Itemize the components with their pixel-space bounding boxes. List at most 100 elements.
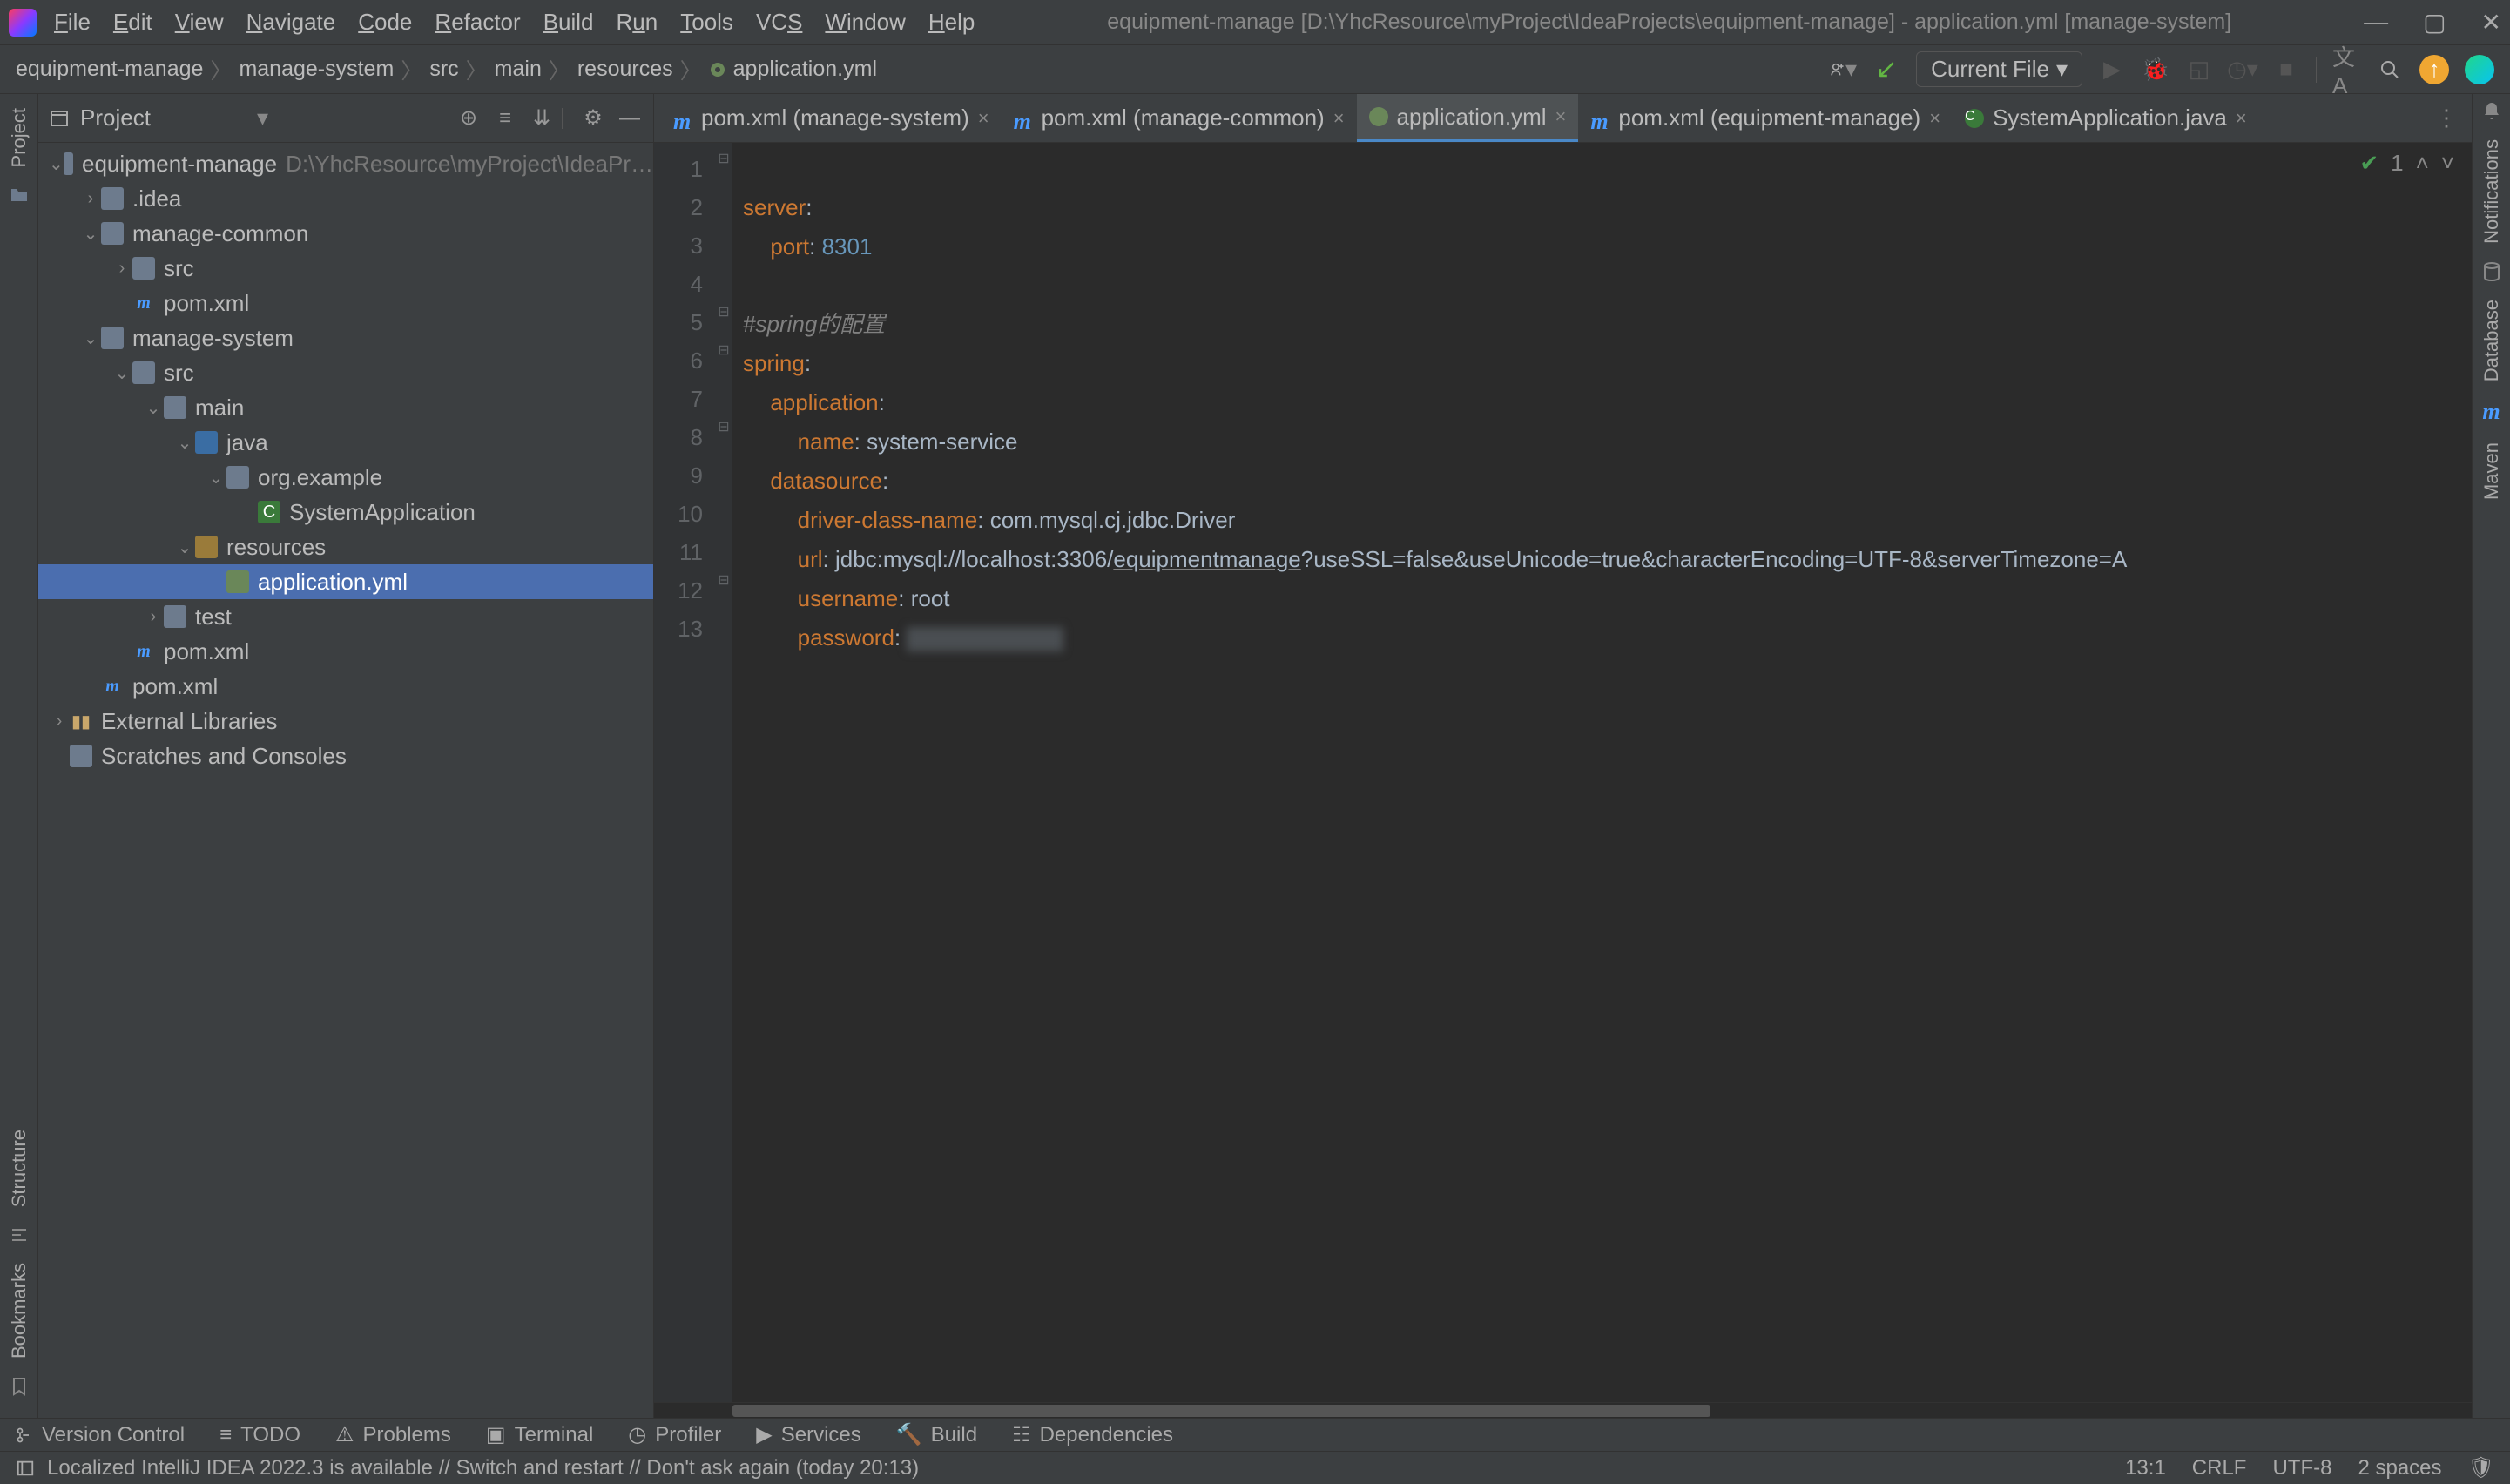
tree-pkg[interactable]: ⌄org.example bbox=[38, 460, 653, 495]
gear-icon[interactable]: ⚙ bbox=[580, 105, 606, 132]
menu-file[interactable]: File bbox=[54, 9, 91, 36]
bell-icon[interactable] bbox=[2481, 101, 2502, 122]
tw-build[interactable]: 🔨Build bbox=[896, 1422, 977, 1447]
run-config-selector[interactable]: Current File ▾ bbox=[1916, 51, 2082, 87]
tab-pom-system[interactable]: mpom.xml (manage-system)× bbox=[661, 94, 1002, 142]
menu-edit[interactable]: Edit bbox=[113, 9, 152, 36]
rail-structure[interactable]: Structure bbox=[8, 1123, 30, 1214]
stop-button[interactable]: ■ bbox=[2272, 56, 2300, 84]
close-icon[interactable]: × bbox=[1555, 105, 1567, 128]
rail-project[interactable]: Project bbox=[8, 101, 30, 174]
search-icon[interactable] bbox=[2376, 56, 2404, 84]
rail-maven[interactable]: Maven bbox=[2480, 435, 2503, 507]
ide-update-icon[interactable]: ↑ bbox=[2419, 55, 2449, 84]
tab-more-icon[interactable]: ⋮ bbox=[2428, 105, 2465, 132]
close-icon[interactable]: × bbox=[1929, 107, 1940, 130]
tab-pom-common[interactable]: mpom.xml (manage-common)× bbox=[1002, 94, 1357, 142]
close-icon[interactable]: × bbox=[978, 107, 989, 130]
crumb-src[interactable]: src bbox=[429, 57, 458, 82]
tab-sysapp-java[interactable]: CSystemApplication.java× bbox=[1953, 94, 2259, 142]
collapse-all-icon[interactable]: ⇊ bbox=[529, 105, 555, 132]
tab-app-yml[interactable]: application.yml× bbox=[1357, 94, 1579, 142]
status-indent[interactable]: 2 spaces bbox=[2358, 1456, 2441, 1481]
profile-button[interactable]: ◷▾ bbox=[2229, 56, 2257, 84]
tab-pom-root[interactable]: mpom.xml (equipment-manage)× bbox=[1578, 94, 1953, 142]
select-opened-icon[interactable]: ⊕ bbox=[455, 105, 482, 132]
debug-button[interactable]: 🐞 bbox=[2142, 56, 2169, 84]
translate-icon[interactable]: 文A bbox=[2332, 56, 2360, 84]
tw-version-control[interactable]: Version Control bbox=[16, 1423, 185, 1447]
menu-tools[interactable]: Tools bbox=[680, 9, 733, 36]
crumb-file[interactable]: application.yml bbox=[733, 57, 877, 82]
rail-bookmarks[interactable]: Bookmarks bbox=[8, 1256, 30, 1366]
tw-services[interactable]: ▶Services bbox=[756, 1422, 861, 1447]
crumb-resources[interactable]: resources bbox=[577, 57, 673, 82]
chevron-down-icon[interactable]: ˅ bbox=[2441, 150, 2454, 177]
status-indicator-icon[interactable]: 🛡 bbox=[2468, 1455, 2494, 1481]
menu-build[interactable]: Build bbox=[543, 9, 594, 36]
crumb-project[interactable]: equipment-manage bbox=[16, 57, 203, 82]
tw-profiler[interactable]: ◷Profiler bbox=[628, 1422, 721, 1447]
tw-todo[interactable]: ≡TODO bbox=[219, 1423, 300, 1447]
toolwindow-toggle-icon[interactable] bbox=[16, 1459, 35, 1478]
inspection-widget[interactable]: ✔ 1 ˄ ˅ bbox=[2359, 150, 2454, 177]
tree-manage-system[interactable]: ⌄manage-system bbox=[38, 320, 653, 355]
menu-run[interactable]: Run bbox=[617, 9, 658, 36]
chevron-up-icon[interactable]: ˄ bbox=[2416, 150, 2429, 177]
tree-ext-lib[interactable]: ›▮▮External Libraries bbox=[38, 704, 653, 739]
menu-refactor[interactable]: Refactor bbox=[435, 9, 520, 36]
hide-icon[interactable]: — bbox=[617, 105, 643, 132]
menu-vcs[interactable]: VCS bbox=[756, 9, 802, 36]
tree-mc-src[interactable]: ›src bbox=[38, 251, 653, 286]
tw-terminal[interactable]: ▣Terminal bbox=[486, 1422, 593, 1447]
tree-sysapp[interactable]: CSystemApplication bbox=[38, 495, 653, 530]
horizontal-scrollbar[interactable] bbox=[654, 1402, 2472, 1418]
project-tree[interactable]: ⌄ equipment-manage D:\YhcResource\myProj… bbox=[38, 143, 653, 1418]
fold-column[interactable]: ⊟⊟⊟⊟⊟ bbox=[715, 143, 732, 1402]
menu-navigate[interactable]: Navigate bbox=[246, 9, 336, 36]
menu-view[interactable]: View bbox=[175, 9, 224, 36]
chevron-down-icon[interactable]: ▾ bbox=[257, 105, 268, 132]
crumb-main[interactable]: main bbox=[495, 57, 542, 82]
tree-mc-pom[interactable]: mpom.xml bbox=[38, 286, 653, 320]
toolbox-icon[interactable] bbox=[2465, 55, 2494, 84]
status-message[interactable]: Localized IntelliJ IDEA 2022.3 is availa… bbox=[47, 1456, 919, 1481]
menu-window[interactable]: Window bbox=[825, 9, 905, 36]
rail-database[interactable]: Database bbox=[2480, 293, 2503, 388]
database-icon[interactable] bbox=[2481, 261, 2502, 282]
tw-problems[interactable]: ⚠Problems bbox=[335, 1422, 451, 1447]
tw-dependencies[interactable]: ☷Dependencies bbox=[1012, 1422, 1173, 1447]
tree-app-yml[interactable]: application.yml bbox=[38, 564, 653, 599]
close-button[interactable]: ✕ bbox=[2481, 8, 2501, 37]
tree-ms-src[interactable]: ⌄src bbox=[38, 355, 653, 390]
coverage-button[interactable]: ◱ bbox=[2185, 56, 2213, 84]
tree-idea[interactable]: ›.idea bbox=[38, 181, 653, 216]
tree-resources[interactable]: ⌄resources bbox=[38, 530, 653, 564]
rail-notifications[interactable]: Notifications bbox=[2480, 132, 2503, 251]
build-hammer-icon[interactable]: ↙ bbox=[1872, 56, 1900, 84]
code-content[interactable]: server: port: 8301 #spring的配置 spring: ap… bbox=[732, 143, 2472, 1402]
project-label[interactable]: Project bbox=[80, 105, 257, 132]
expand-all-icon[interactable]: ≡ bbox=[492, 105, 518, 132]
menu-code[interactable]: Code bbox=[358, 9, 412, 36]
editor-body[interactable]: 12345678910111213 ⊟⊟⊟⊟⊟ server: port: 83… bbox=[654, 143, 2472, 1402]
maximize-button[interactable]: ▢ bbox=[2423, 8, 2446, 37]
add-user-icon[interactable]: ▾ bbox=[1829, 56, 1857, 84]
close-icon[interactable]: × bbox=[1333, 107, 1345, 130]
tree-ms-pom[interactable]: mpom.xml bbox=[38, 634, 653, 669]
tree-test[interactable]: ›test bbox=[38, 599, 653, 634]
tree-scratches[interactable]: Scratches and Consoles bbox=[38, 739, 653, 773]
tree-root[interactable]: ⌄ equipment-manage D:\YhcResource\myProj… bbox=[38, 146, 653, 181]
status-eol[interactable]: CRLF bbox=[2192, 1456, 2247, 1481]
minimize-button[interactable]: — bbox=[2364, 8, 2388, 37]
tree-main[interactable]: ⌄main bbox=[38, 390, 653, 425]
tree-manage-common[interactable]: ⌄manage-common bbox=[38, 216, 653, 251]
tree-root-pom[interactable]: mpom.xml bbox=[38, 669, 653, 704]
maven-icon[interactable]: m bbox=[2482, 399, 2500, 425]
menu-help[interactable]: Help bbox=[928, 9, 975, 36]
close-icon[interactable]: × bbox=[2236, 107, 2247, 130]
status-position[interactable]: 13:1 bbox=[2125, 1456, 2166, 1481]
run-button[interactable]: ▶ bbox=[2098, 56, 2126, 84]
tree-java[interactable]: ⌄java bbox=[38, 425, 653, 460]
crumb-module[interactable]: manage-system bbox=[239, 57, 394, 82]
